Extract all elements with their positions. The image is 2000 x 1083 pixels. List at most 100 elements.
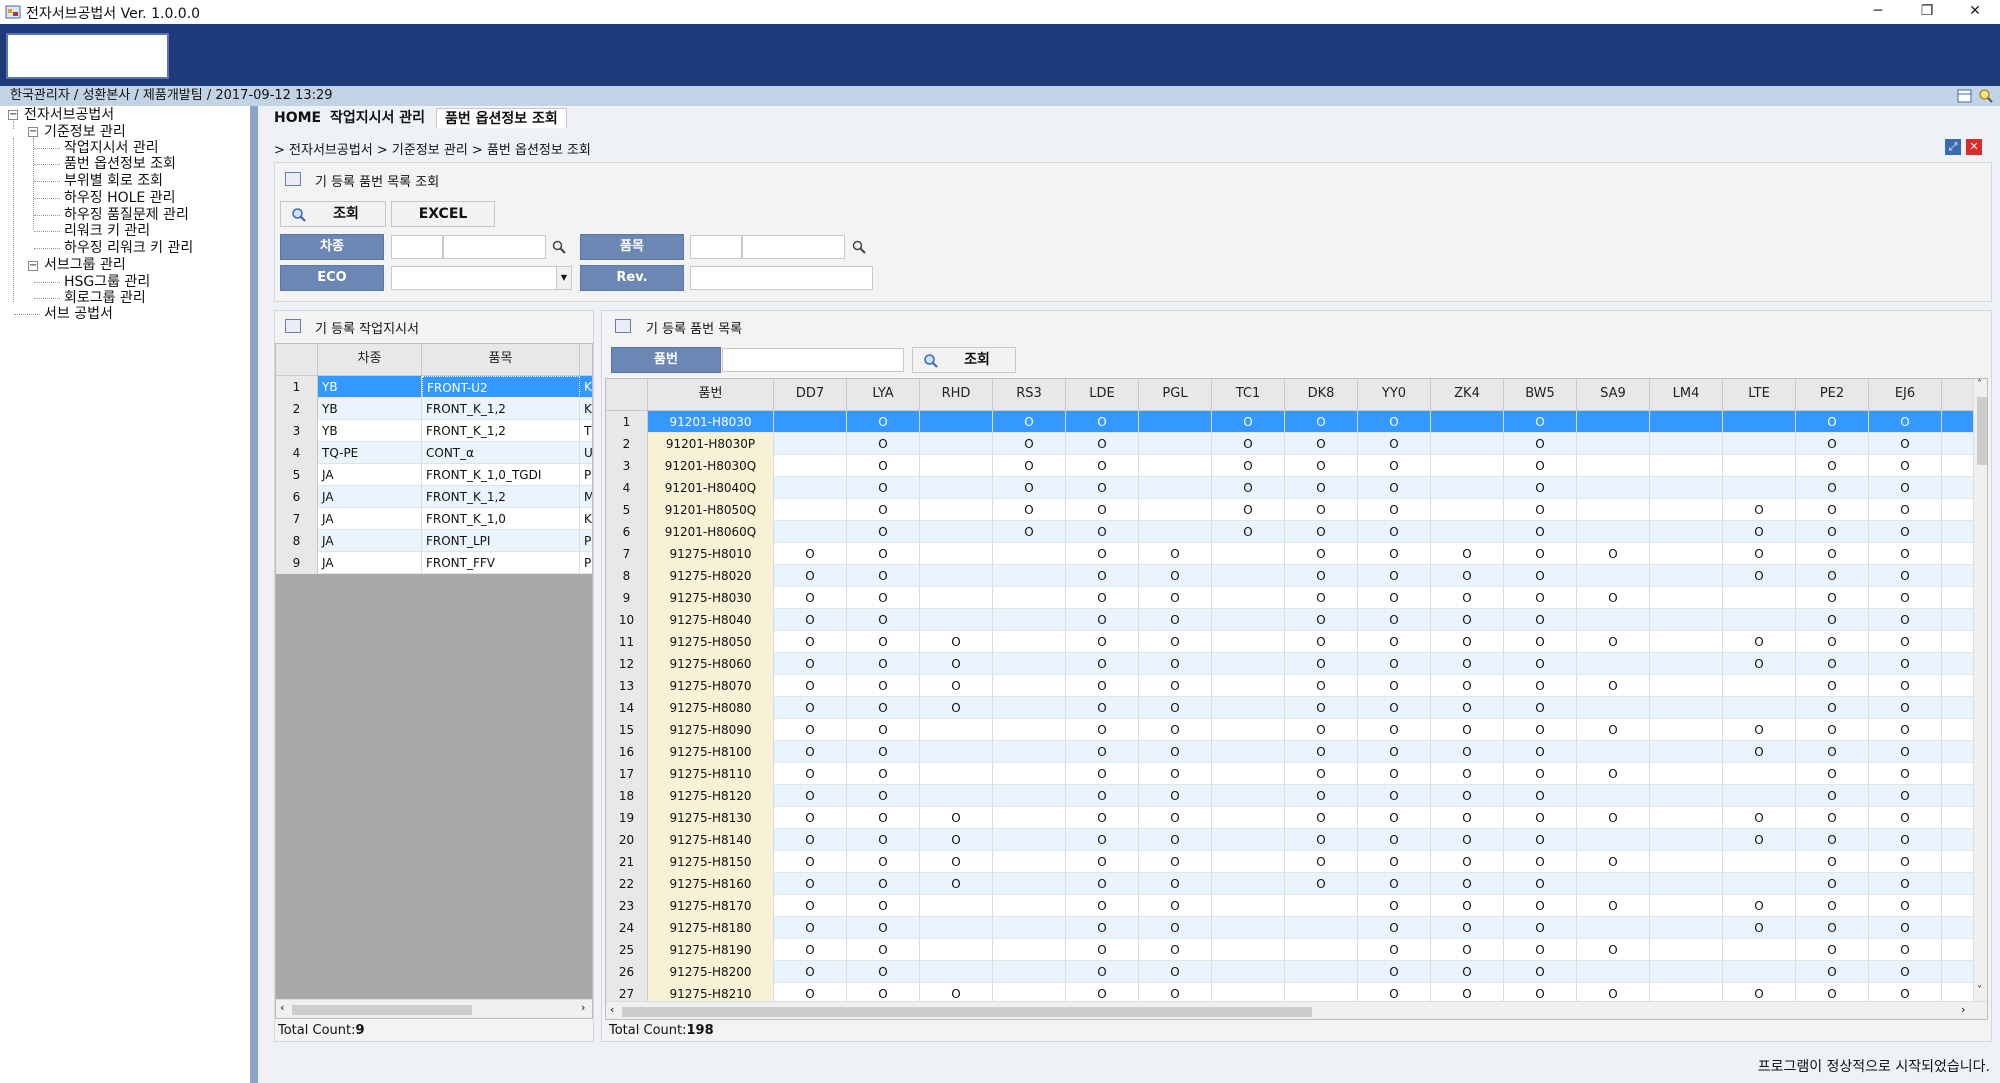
column-header[interactable]: LTE xyxy=(1723,379,1796,411)
tree-item-workorder[interactable]: 작업지시서 관리 xyxy=(64,140,159,156)
column-header[interactable]: EJ6 xyxy=(1869,379,1942,411)
table-row[interactable]: 7 91275-H8010 O O O O O O O O O O O O xyxy=(606,543,1973,565)
column-header[interactable]: PGL xyxy=(1139,379,1212,411)
tree-item-sub-method[interactable]: 서브 공법서 xyxy=(44,306,113,322)
tab-home[interactable]: HOME xyxy=(266,108,329,128)
table-row[interactable]: 1991275-H8130OOOOOOOOOOOOOO xyxy=(606,807,1983,829)
column-header[interactable]: TC1 xyxy=(1212,379,1285,411)
table-row[interactable]: 7JAFRONT_K_1,0K0 xyxy=(276,508,592,530)
expand-icon[interactable]: ⤢ xyxy=(1945,139,1961,155)
item-code-input[interactable] xyxy=(690,235,742,259)
tree-item-circuit[interactable]: 부위별 회로 조회 xyxy=(64,173,163,189)
column-header[interactable]: LYA xyxy=(847,379,920,411)
item-name-input[interactable] xyxy=(742,235,845,259)
search-button[interactable]: 조회 xyxy=(280,201,386,227)
splitter[interactable] xyxy=(250,106,258,1083)
part-number-input[interactable] xyxy=(722,348,904,372)
tree-root[interactable]: 전자서브공법서 xyxy=(24,107,114,123)
table-row[interactable]: 5 91201-H8050Q O O O O O O O O O O xyxy=(606,499,1973,521)
tab-workorder[interactable]: 작업지시서 관리 xyxy=(322,108,433,128)
column-header[interactable]: LM4 xyxy=(1650,379,1723,411)
car-type-name-input[interactable] xyxy=(443,235,546,259)
rev-input[interactable] xyxy=(690,266,873,290)
table-row[interactable]: 2691275-H8200OOOOOOOOOO xyxy=(606,961,1983,983)
table-row[interactable]: 5JAFRONT_K_1,0_TGDIP1 xyxy=(276,464,592,486)
scroll-thumb[interactable] xyxy=(622,1007,1312,1017)
table-row[interactable]: 3 91201-H8030Q O O O O O O O O O xyxy=(606,455,1973,477)
part-search-button[interactable]: 조회 xyxy=(912,347,1016,373)
tree-item-quality[interactable]: 하우징 품질문제 관리 xyxy=(64,207,189,223)
table-row[interactable]: 1YBFRONT-U2KH xyxy=(276,376,592,398)
tree-item-hsg-group[interactable]: HSG그룹 관리 xyxy=(64,274,150,290)
tree-group-subgroup[interactable]: 서브그룹 관리 xyxy=(44,257,126,273)
table-row[interactable]: 2191275-H8150OOOOOOOOOOOOO xyxy=(606,851,1983,873)
table-row[interactable]: 6JAFRONT_K_1,2M xyxy=(276,486,592,508)
column-header[interactable]: YY0 xyxy=(1358,379,1431,411)
column-header[interactable]: ZK4 xyxy=(1431,379,1504,411)
scroll-thumb[interactable] xyxy=(1977,397,1987,465)
car-type-code-input[interactable] xyxy=(391,235,443,259)
tree-item-hsg-rework[interactable]: 하우징 리워크 키 관리 xyxy=(64,240,193,256)
excel-button[interactable]: EXCEL xyxy=(391,201,495,227)
eco-select[interactable]: ▼ xyxy=(391,266,572,290)
column-header[interactable]: BW5 xyxy=(1504,379,1577,411)
column-header[interactable]: 품목 xyxy=(422,344,580,376)
tree-group-basic[interactable]: 기준정보 관리 xyxy=(44,124,126,140)
horizontal-scrollbar[interactable]: ‹ › xyxy=(606,1001,1987,1019)
tree-item-part-option[interactable]: 품번 옵션정보 조회 xyxy=(64,156,176,172)
vertical-scrollbar[interactable]: ˄ ˅ xyxy=(1973,379,1987,1001)
collapse-root-icon[interactable]: − xyxy=(8,110,18,120)
column-header[interactable]: PE2 xyxy=(1796,379,1869,411)
table-row[interactable]: 3YBFRONT_K_1,2T3 xyxy=(276,420,592,442)
column-header[interactable]: RHD xyxy=(920,379,993,411)
table-row[interactable]: 14 91275-H8080 O O O O O O O O O O O xyxy=(606,697,1973,719)
table-row[interactable]: 2YBFRONT_K_1,2KH xyxy=(276,398,592,420)
table-row[interactable]: 8 91275-H8020 O O O O O O O O O O O xyxy=(606,565,1973,587)
collapse-group1-icon[interactable]: − xyxy=(28,127,38,137)
table-row[interactable]: 8JAFRONT_LPIP1 xyxy=(276,530,592,552)
table-row[interactable]: 2091275-H8140OOOOOOOOOOOOO xyxy=(606,829,1983,851)
table-row[interactable]: 13 91275-H8070 O O O O O O O O O O O O xyxy=(606,675,1973,697)
table-row[interactable]: 2491275-H8180OOOOOOOOOOO xyxy=(606,917,1983,939)
table-row[interactable]: 4 91201-H8040Q O O O O O O O O O xyxy=(606,477,1973,499)
table-row[interactable]: 2391275-H8170OOOOOOOOOOOO xyxy=(606,895,1983,917)
table-row[interactable]: 11 91275-H8050 O O O O O O O O O O O O O xyxy=(606,631,1973,653)
column-header[interactable]: DK8 xyxy=(1285,379,1358,411)
table-row[interactable]: 1691275-H8100OOOOOOOOOOOO xyxy=(606,741,1983,763)
maximize-button[interactable]: ❐ xyxy=(1904,0,1950,22)
column-header[interactable]: RS3 xyxy=(993,379,1066,411)
table-row[interactable]: 12 91275-H8060 O O O O O O O O O O O O xyxy=(606,653,1973,675)
table-row[interactable]: 191201-H8030OOOOOOOOOO xyxy=(606,411,1983,433)
column-header[interactable]: SA9 xyxy=(1577,379,1650,411)
minimize-button[interactable]: ─ xyxy=(1855,0,1901,22)
table-row[interactable]: 6 91201-H8060Q O O O O O O O O O O xyxy=(606,521,1973,543)
close-tab-icon[interactable]: ✕ xyxy=(1966,139,1982,155)
tab-part-option[interactable]: 품번 옵션정보 조회 xyxy=(436,108,567,128)
table-row[interactable]: 1791275-H8110OOOOOOOOOOOO xyxy=(606,763,1983,785)
table-row[interactable]: 2291275-H8160OOOOOOOOOOOO xyxy=(606,873,1983,895)
column-header[interactable]: 차종 xyxy=(318,344,422,376)
table-row[interactable]: 9JAFRONT_FFVP1 xyxy=(276,552,592,574)
layout-icon[interactable] xyxy=(1957,89,1972,103)
table-row[interactable]: 1591275-H8090OOOOOOOOOOOOO xyxy=(606,719,1983,741)
table-row[interactable]: 9 91275-H8030 O O O O O O O O O O O xyxy=(606,587,1973,609)
tree-item-circuit-group[interactable]: 회로그룹 관리 xyxy=(64,290,146,306)
item-lookup-icon[interactable] xyxy=(852,240,866,254)
chevron-down-icon[interactable]: ▼ xyxy=(556,267,571,289)
column-header[interactable]: DD7 xyxy=(774,379,847,411)
tree-item-hole[interactable]: 하우징 HOLE 관리 xyxy=(64,190,176,206)
collapse-group2-icon[interactable]: − xyxy=(28,261,38,271)
tree-item-rework[interactable]: 리워크 키 관리 xyxy=(64,223,150,239)
table-row[interactable]: 4TQ-PECONT_αU4 xyxy=(276,442,592,464)
scroll-thumb[interactable] xyxy=(292,1005,472,1015)
close-window-button[interactable]: ✕ xyxy=(1952,0,1998,22)
table-row[interactable]: 10 91275-H8040 O O O O O O O O O O xyxy=(606,609,1973,631)
search-icon[interactable] xyxy=(1978,88,1994,104)
column-header[interactable]: LDE xyxy=(1066,379,1139,411)
car-type-lookup-icon[interactable] xyxy=(552,240,566,254)
table-row[interactable]: 2 91201-H8030P O O O O O O O O O xyxy=(606,433,1973,455)
horizontal-scrollbar[interactable]: ‹ › xyxy=(276,999,592,1018)
table-row[interactable]: 1891275-H8120OOOOOOOOOOO xyxy=(606,785,1983,807)
table-row[interactable]: 2591275-H8190OOOOOOOOOOO xyxy=(606,939,1983,961)
column-header[interactable]: 품번 xyxy=(648,379,774,411)
